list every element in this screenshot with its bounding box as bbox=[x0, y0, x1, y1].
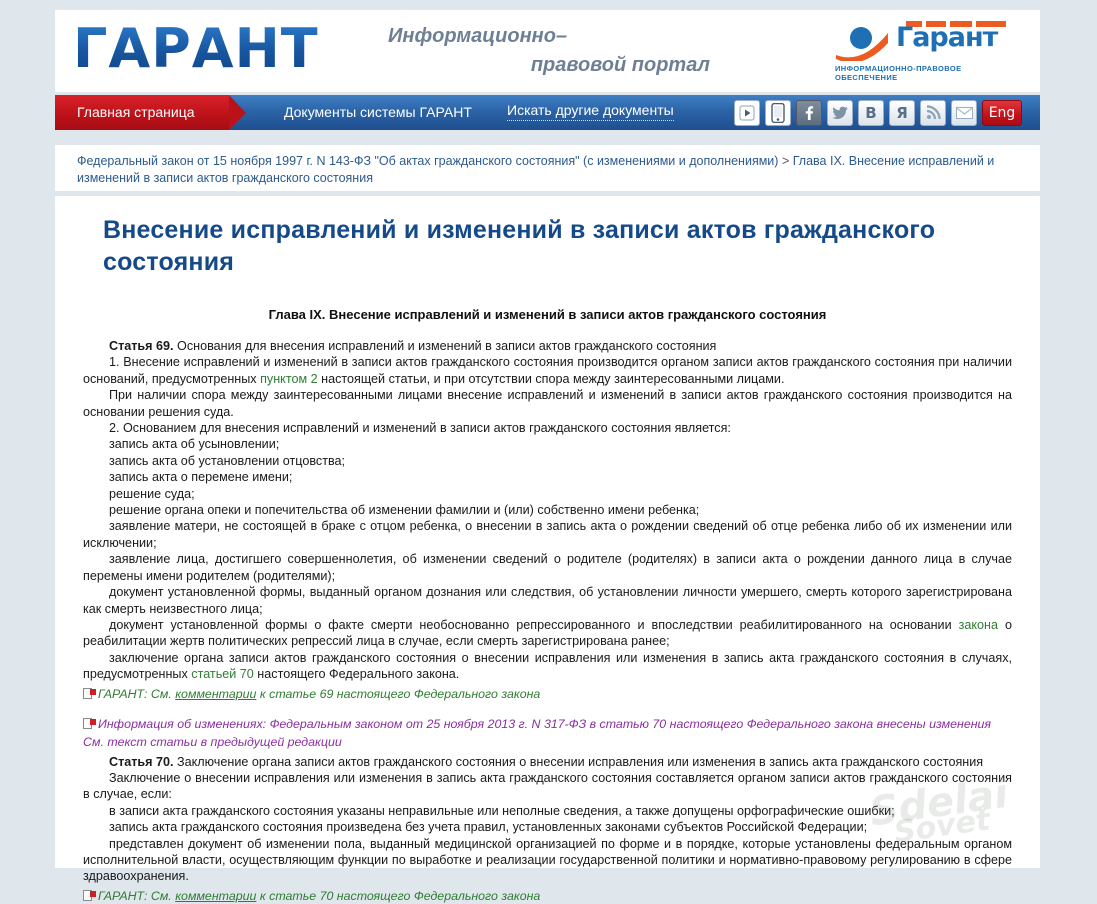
link-kommentarii-69[interactable]: комментарии bbox=[175, 687, 256, 701]
list-item: запись акта гражданского состояния произ… bbox=[109, 820, 868, 835]
breadcrumb-panel: Федеральный закон от 15 ноября 1997 г. N… bbox=[55, 145, 1040, 191]
chapter-heading: Глава IX. Внесение исправлений и изменен… bbox=[268, 307, 827, 322]
garant-note-69: ГАРАНТ: См. комментарии к статье 69 наст… bbox=[83, 686, 1012, 702]
email-icon[interactable] bbox=[951, 99, 977, 126]
garant-note-69-post: к статье 69 настоящего Федерального зако… bbox=[256, 686, 541, 701]
nav-item-search-other[interactable]: Искать другие документы bbox=[507, 95, 674, 121]
facebook-icon[interactable] bbox=[796, 99, 822, 126]
social-links: B Я Eng bbox=[734, 99, 1022, 126]
article-70-p1: Заключение о внесении исправления или из… bbox=[83, 770, 1012, 802]
list-item: запись акта о перемене имени; bbox=[109, 470, 293, 485]
yandex-icon[interactable]: Я bbox=[889, 99, 915, 126]
tagline-line-2: правовой портал bbox=[530, 54, 710, 76]
change-info-text: Федеральным законом от 25 ноября 2013 г.… bbox=[266, 716, 992, 731]
page-title: Внесение исправлений и изменений в запис… bbox=[103, 216, 936, 276]
article-69-body: Статья 69. Основания для внесения исправ… bbox=[83, 338, 1012, 683]
article-70-heading: Статья 70. Заключение органа записи акто… bbox=[83, 754, 1012, 770]
article-69-p1-part2: настоящей статьи, и при отсутствии спора… bbox=[317, 371, 785, 386]
change-info-label: Информация об изменениях: bbox=[98, 716, 267, 731]
garant-note-69-label: ГАРАНТ: bbox=[98, 686, 148, 701]
list-item-repressed: документ установленной формы о факте сме… bbox=[83, 617, 1012, 650]
nav-item-documents[interactable]: Документы системы ГАРАНТ bbox=[284, 95, 472, 130]
tagline-line-1: Информационно– bbox=[388, 25, 568, 47]
twitter-icon[interactable] bbox=[827, 99, 853, 126]
article-69-number: Статья 69. bbox=[109, 339, 174, 353]
rss-icon[interactable] bbox=[920, 99, 946, 126]
article-69-heading-text: Основания для внесения исправлений и изм… bbox=[173, 339, 717, 353]
article-69-heading: Статья 69. Основания для внесения исправ… bbox=[83, 338, 1012, 354]
garant-corner-wordmark: Гарант bbox=[896, 22, 998, 53]
list-item-conclusion: заключение органа записи актов гражданск… bbox=[83, 650, 1012, 683]
garant-book-icon bbox=[83, 687, 96, 699]
language-switch-button[interactable]: Eng bbox=[982, 99, 1022, 126]
article-69-p1: 1. Внесение исправлений и изменений в за… bbox=[83, 354, 1012, 387]
link-statya-70[interactable]: статьей 70 bbox=[191, 667, 254, 681]
list-item: заявление лица, достигшего совершеннолет… bbox=[83, 552, 1012, 583]
link-zakon[interactable]: закона bbox=[959, 618, 998, 632]
breadcrumb: Федеральный закон от 15 ноября 1997 г. N… bbox=[77, 153, 1018, 187]
article-69-p3: 2. Основанием для внесения исправлений и… bbox=[109, 421, 731, 436]
garant-emblem-icon bbox=[836, 27, 888, 61]
document-content: Внесение исправлений и изменений в запис… bbox=[55, 196, 1040, 903]
garant-corner-subtitle: ИНФОРМАЦИОННО-ПРАВОВОЕ ОБЕСПЕЧЕНИЕ bbox=[835, 64, 962, 82]
garant-note-69-pre: См. bbox=[147, 686, 176, 701]
list-item: запись акта об установлении отцовства; bbox=[109, 453, 346, 468]
article-70-body: Статья 70. Заключение органа записи акто… bbox=[83, 754, 1012, 885]
site-tagline: Информационно– правовой портал bbox=[380, 22, 710, 80]
list-item: документ установленной формы, выданный о… bbox=[83, 585, 1012, 616]
list-item: заявление матери, не состоящей в браке с… bbox=[83, 519, 1012, 550]
list-item-conclusion-part2: настоящего Федерального закона. bbox=[253, 667, 460, 682]
breadcrumb-parent[interactable]: Федеральный закон от 15 ноября 1997 г. N… bbox=[77, 154, 778, 168]
article-70-heading-text: Заключение органа записи актов гражданск… bbox=[173, 754, 984, 769]
vk-icon[interactable]: B bbox=[858, 99, 884, 126]
list-item: решение суда; bbox=[109, 486, 195, 501]
garant-note-70-post: к статье 70 настоящего Федерального зако… bbox=[256, 888, 541, 903]
change-info-block: Информация об изменениях: Федеральным за… bbox=[83, 716, 1012, 732]
video-icon[interactable] bbox=[734, 99, 760, 126]
link-punkt-2[interactable]: пунктом 2 bbox=[260, 372, 318, 386]
site-header: ГАРАНТ Информационно– правовой портал Га… bbox=[55, 10, 1040, 92]
garant-logo[interactable]: ГАРАНТ bbox=[73, 18, 319, 80]
garant-note-70-label: ГАРАНТ: bbox=[98, 888, 148, 903]
list-item: запись акта об усыновлении; bbox=[109, 437, 280, 452]
list-item: представлен документ об изменении пола, … bbox=[83, 836, 1012, 884]
article-69-p2: При наличии спора между заинтересованным… bbox=[83, 388, 1012, 419]
nav-item-home[interactable]: Главная страница bbox=[55, 95, 246, 130]
breadcrumb-separator: > bbox=[781, 154, 790, 168]
mobile-icon[interactable] bbox=[765, 99, 791, 126]
garant-note-70: ГАРАНТ: См. комментарии к статье 70 наст… bbox=[83, 888, 1012, 904]
list-item: в записи акта гражданского состояния ука… bbox=[109, 803, 895, 818]
garant-note-70-pre: См. bbox=[147, 888, 176, 903]
previous-version-link[interactable]: См. текст статьи в предыдущей редакции bbox=[83, 734, 1012, 750]
link-kommentarii-70[interactable]: комментарии bbox=[175, 889, 256, 903]
garant-corner-logo[interactable]: Гарант ИНФОРМАЦИОННО-ПРАВОВОЕ ОБЕСПЕЧЕНИ… bbox=[834, 21, 1012, 82]
list-item: решение органа опеки и попечительства об… bbox=[109, 503, 700, 518]
article-70-number: Статья 70. bbox=[109, 754, 174, 769]
main-navigation: Главная страница Документы системы ГАРАН… bbox=[55, 95, 1040, 130]
garant-book-icon bbox=[83, 889, 96, 901]
garant-book-icon bbox=[83, 717, 96, 729]
list-item-repressed-part1: документ установленной формы о факте сме… bbox=[109, 617, 959, 632]
garant-document-page: ГАРАНТ Информационно– правовой портал Га… bbox=[0, 0, 1097, 903]
